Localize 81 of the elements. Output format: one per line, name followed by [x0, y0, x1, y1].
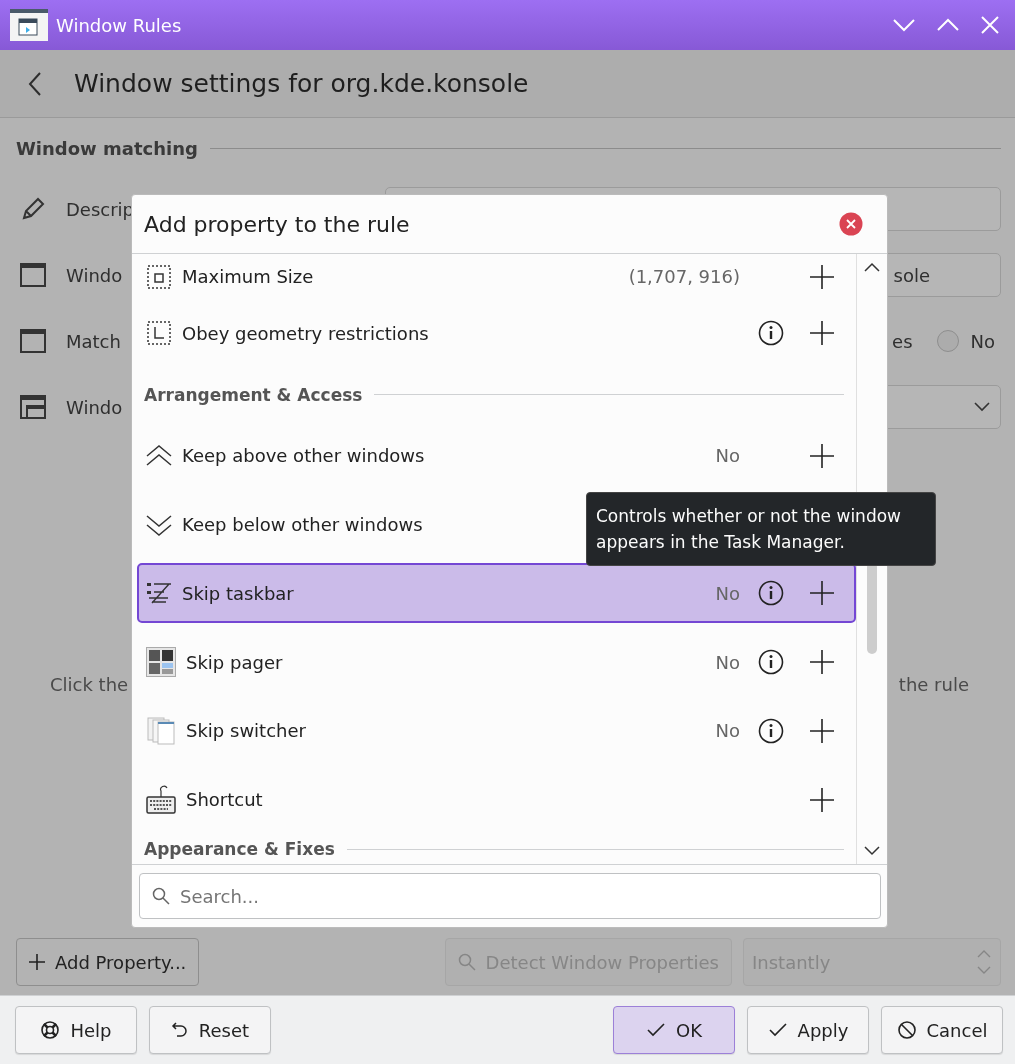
- add-icon[interactable]: [810, 321, 834, 346]
- maximize-icon[interactable]: [937, 18, 959, 32]
- property-label: Skip pager: [186, 651, 283, 673]
- undo-icon: [170, 1021, 189, 1039]
- search-icon: [152, 887, 170, 905]
- add-icon[interactable]: [810, 443, 834, 468]
- info-icon[interactable]: [758, 580, 784, 607]
- add-icon[interactable]: [810, 718, 834, 743]
- add-icon[interactable]: [810, 650, 834, 675]
- list-icon: [146, 581, 172, 606]
- window-layout-icon: [20, 395, 46, 419]
- radio-label: es: [892, 330, 913, 352]
- page-title: Window settings for org.kde.konsole: [74, 69, 529, 98]
- resize-icon: [146, 263, 172, 290]
- scroll-down-icon[interactable]: [864, 846, 880, 856]
- property-item[interactable]: Keep above other windows No: [137, 425, 856, 486]
- section-heading: Arrangement & Access: [144, 384, 363, 405]
- hint-text: the rule: [898, 674, 969, 695]
- search-icon: [457, 953, 476, 971]
- section-heading: Appearance & Fixes: [144, 839, 335, 859]
- add-icon[interactable]: [810, 264, 834, 289]
- tooltip: Controls whether or not the window appears in the Task Manager.: [586, 492, 936, 566]
- cancel-icon: [896, 1020, 917, 1040]
- plus-icon: [29, 954, 45, 970]
- info-icon[interactable]: [758, 649, 784, 676]
- property-label: Shortcut: [186, 789, 263, 811]
- window-icon: [20, 263, 46, 287]
- double-chevron-up-icon: [146, 444, 172, 467]
- double-chevron-down-icon: [146, 513, 172, 536]
- radio-label: No: [970, 330, 995, 352]
- window-title: Window Rules: [56, 14, 182, 36]
- property-value: No: [715, 582, 740, 604]
- property-value: No: [715, 720, 740, 742]
- property-label: Keep above other windows: [182, 445, 425, 467]
- property-label: Obey geometry restrictions: [182, 322, 429, 344]
- property-label: Keep below other windows: [182, 514, 423, 536]
- section-heading: Window matching: [16, 137, 198, 159]
- stacked-windows-icon: [146, 715, 176, 746]
- geometry-icon: [146, 320, 172, 347]
- search-field[interactable]: Search...: [139, 873, 881, 919]
- property-item[interactable]: Skip taskbar No: [137, 563, 856, 624]
- pencil-icon: [20, 196, 46, 222]
- checkmark-icon: [767, 1022, 788, 1038]
- add-icon[interactable]: [810, 787, 834, 812]
- property-item[interactable]: Shortcut: [137, 769, 856, 830]
- close-icon[interactable]: [981, 16, 999, 34]
- help-button[interactable]: Help: [15, 1006, 137, 1054]
- hint-text: Click the: [50, 674, 129, 695]
- add-icon[interactable]: [810, 581, 834, 606]
- setting-label: Windo: [66, 396, 123, 418]
- lifebuoy-icon: [40, 1020, 61, 1040]
- window-icon: [20, 329, 46, 353]
- back-icon[interactable]: [28, 71, 42, 96]
- add-property-button[interactable]: Add Property...: [16, 938, 200, 986]
- setting-label: Descrip: [66, 198, 135, 220]
- grid-icon: [146, 647, 176, 678]
- setting-label: Windo: [66, 264, 123, 286]
- property-item[interactable]: Skip switcher No: [137, 700, 856, 761]
- reset-button[interactable]: Reset: [149, 1006, 271, 1054]
- radio-button[interactable]: [936, 330, 959, 352]
- info-icon[interactable]: [758, 320, 784, 347]
- property-label: Maximum Size: [182, 266, 314, 287]
- property-label: Skip switcher: [186, 720, 306, 742]
- scroll-up-icon[interactable]: [864, 262, 880, 272]
- checkmark-icon: [646, 1022, 666, 1038]
- minimize-icon[interactable]: [893, 18, 915, 32]
- window-app-icon: [10, 9, 48, 41]
- setting-label: Match: [66, 330, 121, 352]
- info-icon[interactable]: [758, 717, 784, 744]
- property-value: (1,707, 916): [628, 266, 740, 287]
- property-value: No: [715, 445, 740, 467]
- close-icon[interactable]: [839, 212, 863, 236]
- apply-button[interactable]: Apply: [747, 1006, 869, 1054]
- ok-button[interactable]: OK: [613, 1006, 735, 1054]
- keyboard-icon: [146, 784, 176, 815]
- property-label: Skip taskbar: [182, 582, 294, 604]
- chevron-down-icon: [974, 402, 990, 412]
- property-item[interactable]: Skip pager No: [137, 632, 856, 693]
- property-value: No: [715, 651, 740, 673]
- dialog-title: Add property to the rule: [144, 211, 410, 237]
- cancel-button[interactable]: Cancel: [881, 1006, 1003, 1054]
